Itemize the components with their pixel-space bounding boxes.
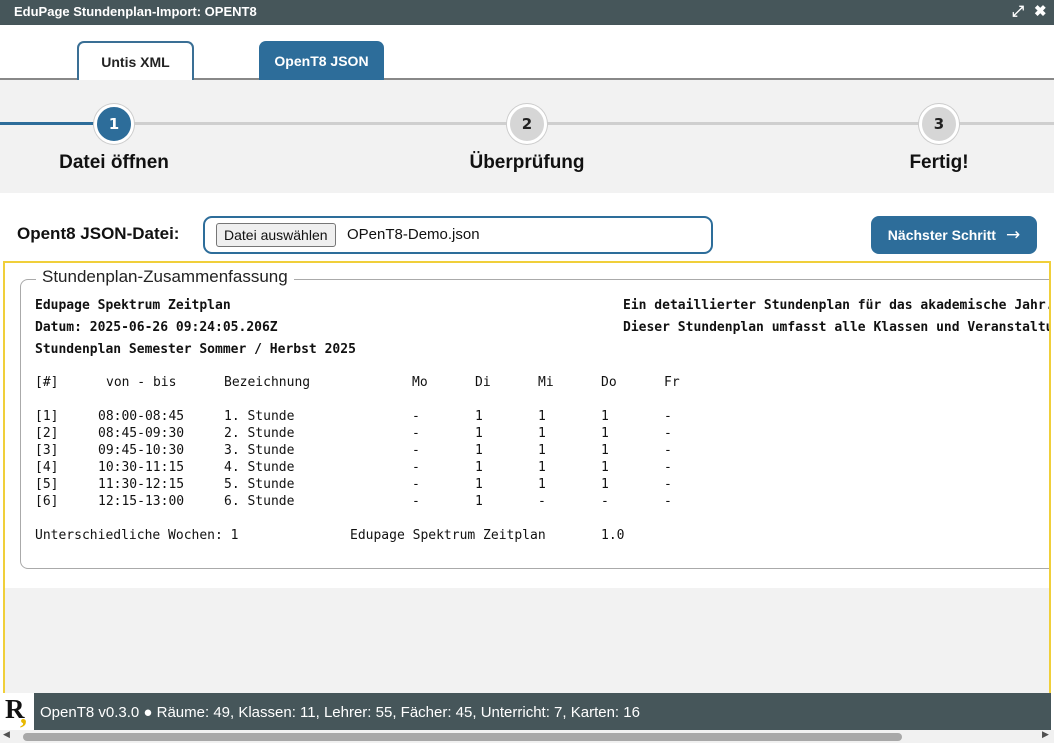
summary-background: Stundenplan-Zusammenfassung Edupage Spek… — [5, 263, 1051, 588]
timetable-description-2: Dieser Stundenplan umfasst alle Klassen … — [623, 320, 1051, 335]
row-mi: 1 — [538, 443, 546, 458]
row-number: [2] — [35, 426, 59, 441]
summary-legend: Stundenplan-Zusammenfassung — [36, 267, 294, 287]
row-di: 1 — [475, 477, 483, 492]
col-header-name: Bezeichnung — [224, 375, 311, 390]
row-time: 12:15-13:00 — [98, 494, 185, 509]
row-do: 1 — [601, 409, 609, 424]
step-line-done — [0, 122, 96, 125]
timetable-description-1: Ein detaillierter Stundenplan für das ak… — [623, 298, 1051, 313]
row-mi: - — [538, 494, 546, 509]
row-fr: - — [664, 477, 672, 492]
step-2-label: Überprüfung — [469, 152, 585, 173]
row-mi: 1 — [538, 477, 546, 492]
step-line — [546, 122, 920, 125]
footer-name: Edupage Spektrum Zeitplan — [350, 528, 546, 543]
row-do: 1 — [601, 460, 609, 475]
row-mo: - — [412, 460, 420, 475]
row-fr: - — [664, 409, 672, 424]
footer-weeks: Unterschiedliche Wochen: 1 — [35, 528, 239, 543]
row-fr: - — [664, 494, 672, 509]
timetable-date: Datum: 2025-06-26 09:24:05.206Z — [35, 320, 278, 335]
row-number: [5] — [35, 477, 59, 492]
summary-panel: Stundenplan-Zusammenfassung Edupage Spek… — [3, 261, 1051, 730]
step-line — [958, 122, 1054, 125]
row-do: 1 — [601, 443, 609, 458]
row-mo: - — [412, 426, 420, 441]
row-fr: - — [664, 426, 672, 441]
row-mi: 1 — [538, 460, 546, 475]
row-number: [6] — [35, 494, 59, 509]
row-name: 5. Stunde — [224, 477, 295, 492]
row-name: 2. Stunde — [224, 426, 295, 441]
tab-bar: Untis XML OpenT8 JSON — [0, 25, 1054, 80]
footer-version: 1.0 — [601, 528, 625, 543]
col-header-do: Do — [601, 375, 617, 390]
step-progress: 1 2 3 Datei öffnen Überprüfung Fertig! — [0, 80, 1054, 193]
step-1-label: Datei öffnen — [59, 152, 169, 173]
row-time: 10:30-11:15 — [98, 460, 185, 475]
status-bar: R, OpenT8 v0.3.0 ● Räume: 49, Klassen: 1… — [3, 693, 1051, 730]
row-number: [3] — [35, 443, 59, 458]
row-di: 1 — [475, 426, 483, 441]
row-time: 08:45-09:30 — [98, 426, 185, 441]
window-title: EduPage Stundenplan-Import: OPENT8 — [14, 4, 257, 19]
row-di: 1 — [475, 409, 483, 424]
row-di: 1 — [475, 443, 483, 458]
horizontal-scrollbar[interactable]: ◀ ▶ — [0, 730, 1054, 743]
scroll-right-icon[interactable]: ▶ — [1042, 730, 1049, 740]
status-text: OpenT8 v0.3.0 ● Räume: 49, Klassen: 11, … — [40, 704, 640, 721]
app-logo: R, — [3, 693, 34, 730]
row-name: 1. Stunde — [224, 409, 295, 424]
step-1-circle: 1 — [94, 104, 134, 144]
row-time: 08:00-08:45 — [98, 409, 185, 424]
col-header-mo: Mo — [412, 375, 428, 390]
row-do: 1 — [601, 426, 609, 441]
row-number: [4] — [35, 460, 59, 475]
next-step-label: Nächster Schritt — [887, 227, 996, 243]
row-di: 1 — [475, 460, 483, 475]
tab-untis-xml[interactable]: Untis XML — [77, 41, 194, 80]
timetable-name: Edupage Spektrum Zeitplan — [35, 298, 231, 313]
expand-icon[interactable]: ⤢ — [1012, 3, 1024, 21]
row-name: 3. Stunde — [224, 443, 295, 458]
step-3-label: Fertig! — [909, 152, 969, 173]
step-2-circle: 2 — [507, 104, 547, 144]
timetable-semester: Stundenplan Semester Sommer / Herbst 202… — [35, 342, 356, 357]
title-bar: EduPage Stundenplan-Import: OPENT8 ⤢ ✖ — [0, 0, 1054, 25]
step-3-circle: 3 — [919, 104, 959, 144]
row-time: 09:45-10:30 — [98, 443, 185, 458]
row-name: 6. Stunde — [224, 494, 295, 509]
close-icon[interactable]: ✖ — [1034, 3, 1047, 21]
row-mo: - — [412, 409, 420, 424]
arrow-right-icon: → — [1005, 225, 1021, 245]
row-mi: 1 — [538, 426, 546, 441]
row-mo: - — [412, 477, 420, 492]
row-number: [1] — [35, 409, 59, 424]
file-input[interactable]: Datei auswählen OPenT8-Demo.json — [203, 216, 713, 254]
col-header-time: von - bis — [106, 375, 177, 390]
col-header-fr: Fr — [664, 375, 680, 390]
col-header-di: Di — [475, 375, 491, 390]
row-mo: - — [412, 443, 420, 458]
row-mi: 1 — [538, 409, 546, 424]
step-line — [132, 122, 508, 125]
choose-file-button[interactable]: Datei auswählen — [216, 223, 336, 247]
file-label: Opent8 JSON-Datei: — [17, 224, 180, 243]
col-header-mi: Mi — [538, 375, 554, 390]
row-do: - — [601, 494, 609, 509]
selected-filename: OPenT8-Demo.json — [347, 226, 480, 243]
row-di: 1 — [475, 494, 483, 509]
scrollbar-thumb[interactable] — [23, 733, 902, 741]
row-mo: - — [412, 494, 420, 509]
next-step-button[interactable]: Nächster Schritt → — [871, 216, 1037, 254]
row-fr: - — [664, 460, 672, 475]
col-header-number: [#] — [35, 375, 59, 390]
scroll-left-icon[interactable]: ◀ — [3, 730, 10, 740]
tab-opent8-json[interactable]: OpenT8 JSON — [259, 41, 384, 80]
row-do: 1 — [601, 477, 609, 492]
row-fr: - — [664, 443, 672, 458]
row-name: 4. Stunde — [224, 460, 295, 475]
row-time: 11:30-12:15 — [98, 477, 185, 492]
